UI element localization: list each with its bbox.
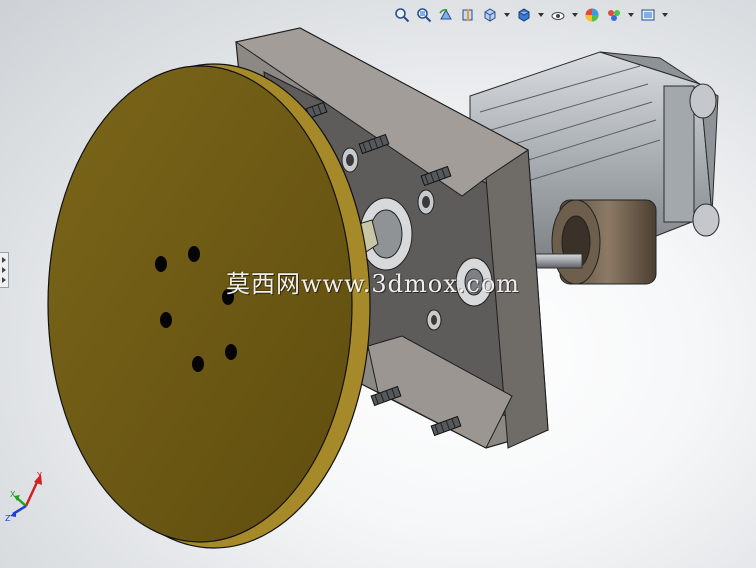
axis-y-line [24,479,40,507]
watermark-text: 莫西网www.3dmox.com [226,270,521,298]
section-view-icon[interactable] [458,4,478,26]
display-style-icon[interactable] [514,4,534,26]
reference-triad: Y X Z [5,471,42,523]
display-style-dropdown[interactable] [536,4,546,26]
expand-arrow-icon [2,277,6,283]
bearing-small[interactable] [417,189,435,215]
motor-pulley[interactable] [551,199,657,285]
mounting-hole [225,344,237,360]
view-orientation-dropdown[interactable] [502,4,512,26]
heads-up-view-toolbar [392,3,670,27]
view-settings-icon[interactable] [638,4,658,26]
turntable-disk[interactable] [47,63,371,549]
axis-z-arrow [10,511,16,517]
hide-show-items-icon[interactable] [548,4,568,26]
apply-scene-dropdown[interactable] [626,4,636,26]
hide-show-items-dropdown[interactable] [570,4,580,26]
bearing-small[interactable] [426,309,442,331]
axis-y-label: Y [36,471,42,480]
mounting-hole [155,256,167,272]
axis-x-line [16,497,27,507]
edit-appearance-icon[interactable] [582,4,602,26]
expand-arrow-icon [2,257,6,263]
mounting-hole [160,312,172,328]
apply-scene-icon[interactable] [604,4,624,26]
expand-arrow-icon [2,267,6,273]
axis-z-label: Z [5,514,11,523]
mounting-hole [192,356,204,372]
zoom-to-fit-icon[interactable] [392,4,412,26]
view-orientation-icon[interactable] [480,4,500,26]
zoom-to-area-icon[interactable] [414,4,434,26]
axis-x-label: X [10,490,16,499]
previous-view-icon[interactable] [436,4,456,26]
feature-manager-expand-handle[interactable] [0,252,9,288]
bearing-small[interactable] [341,147,359,173]
view-settings-dropdown[interactable] [660,4,670,26]
mounting-hole [188,246,200,262]
